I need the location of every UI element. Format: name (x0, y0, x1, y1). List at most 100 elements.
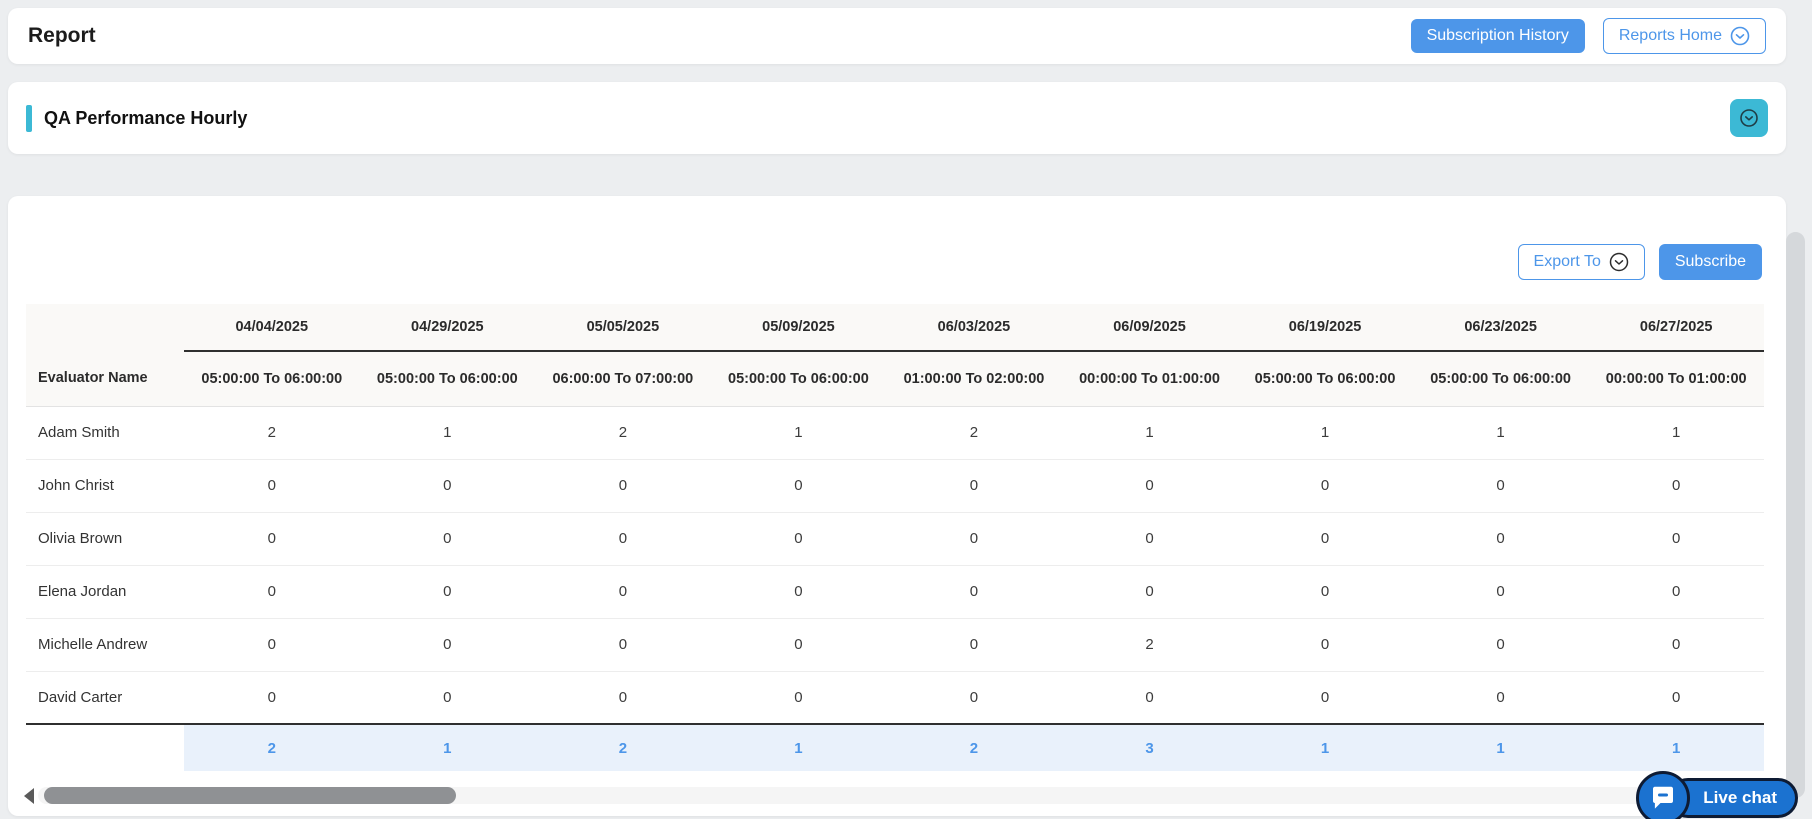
reports-home-button[interactable]: Reports Home (1603, 18, 1766, 54)
total-cell: 1 (360, 724, 536, 771)
live-chat-label: Live chat (1703, 788, 1777, 808)
subscribe-button[interactable]: Subscribe (1659, 244, 1762, 280)
value-cell: 0 (535, 671, 711, 724)
date-header-cell: 05/05/2025 (535, 304, 711, 351)
value-cell: 0 (1237, 459, 1413, 512)
value-cell: 0 (711, 671, 887, 724)
live-chat-widget[interactable]: Live chat (1636, 771, 1798, 819)
value-cell: 0 (1237, 565, 1413, 618)
total-cell: 2 (535, 724, 711, 771)
value-cell: 0 (886, 618, 1062, 671)
total-cell: 1 (1237, 724, 1413, 771)
collapse-panel-button[interactable] (1730, 99, 1768, 137)
subscription-history-button[interactable]: Subscription History (1411, 19, 1585, 53)
export-to-label: Export To (1534, 253, 1601, 271)
value-cell: 0 (886, 671, 1062, 724)
value-cell: 0 (1413, 565, 1589, 618)
evaluator-name-cell: John Christ (26, 459, 184, 512)
value-cell: 0 (360, 671, 536, 724)
time-header-cell: 06:00:00 To 07:00:00 (535, 351, 711, 406)
top-bar: Report Subscription History Reports Home (8, 8, 1786, 64)
subscription-history-label: Subscription History (1427, 27, 1569, 45)
value-cell: 0 (1062, 671, 1238, 724)
value-cell: 1 (1588, 406, 1764, 459)
subscribe-label: Subscribe (1675, 253, 1746, 271)
table-row: Elena Jordan000000000 (26, 565, 1764, 618)
horizontal-scrollbar-thumb[interactable] (44, 787, 456, 804)
value-cell: 0 (1413, 512, 1589, 565)
value-cell: 0 (886, 565, 1062, 618)
time-header-cell: 05:00:00 To 06:00:00 (1413, 351, 1589, 406)
value-cell: 0 (711, 459, 887, 512)
date-header-cell: 06/27/2025 (1588, 304, 1764, 351)
time-header-cell: 00:00:00 To 01:00:00 (1588, 351, 1764, 406)
evaluator-name-cell: David Carter (26, 671, 184, 724)
table-row: David Carter000000000 (26, 671, 1764, 724)
value-cell: 0 (886, 459, 1062, 512)
time-header-cell: 05:00:00 To 06:00:00 (711, 351, 887, 406)
evaluator-name-cell: Elena Jordan (26, 565, 184, 618)
value-cell: 0 (535, 618, 711, 671)
total-cell: 1 (1413, 724, 1589, 771)
value-cell: 0 (184, 671, 360, 724)
scroll-left-arrow-icon[interactable] (24, 788, 34, 804)
value-cell: 2 (535, 406, 711, 459)
date-header-cell: 06/23/2025 (1413, 304, 1589, 351)
value-cell: 0 (711, 512, 887, 565)
value-cell: 0 (184, 618, 360, 671)
value-cell: 0 (184, 512, 360, 565)
table-toolbar: Export To Subscribe (8, 196, 1786, 280)
time-header-row: Evaluator Name 05:00:00 To 06:00:00 05:00… (26, 351, 1764, 406)
value-cell: 0 (1413, 671, 1589, 724)
value-cell: 1 (711, 406, 887, 459)
total-cell: 3 (1062, 724, 1238, 771)
totals-row: 212123111 (26, 724, 1764, 771)
value-cell: 0 (184, 459, 360, 512)
value-cell: 1 (1062, 406, 1238, 459)
total-cell: 1 (1588, 724, 1764, 771)
date-header-cell: 06/19/2025 (1237, 304, 1413, 351)
total-cell: 2 (184, 724, 360, 771)
value-cell: 2 (886, 406, 1062, 459)
value-cell: 0 (1413, 459, 1589, 512)
qa-performance-table: 04/04/202504/29/202505/05/202505/09/2025… (26, 304, 1764, 771)
value-cell: 0 (535, 512, 711, 565)
value-cell: 0 (184, 565, 360, 618)
value-cell: 1 (360, 406, 536, 459)
chevron-down-circle-icon (1730, 26, 1750, 46)
report-title-bar: QA Performance Hourly (8, 82, 1786, 154)
evaluator-name-cell: Adam Smith (26, 406, 184, 459)
value-cell: 1 (1237, 406, 1413, 459)
time-header-cell: 00:00:00 To 01:00:00 (1062, 351, 1238, 406)
value-cell: 2 (184, 406, 360, 459)
value-cell: 0 (360, 618, 536, 671)
chevron-down-circle-icon (1739, 108, 1759, 128)
evaluator-name-header: Evaluator Name (26, 351, 184, 406)
value-cell: 0 (886, 512, 1062, 565)
value-cell: 1 (1413, 406, 1589, 459)
evaluator-name-cell: Michelle Andrew (26, 618, 184, 671)
date-header-cell: 05/09/2025 (711, 304, 887, 351)
value-cell: 0 (1588, 565, 1764, 618)
value-cell: 0 (1062, 512, 1238, 565)
date-header-cell: 04/29/2025 (360, 304, 536, 351)
value-cell: 0 (1413, 618, 1589, 671)
evaluator-name-cell: Olivia Brown (26, 512, 184, 565)
value-cell: 0 (711, 618, 887, 671)
table-row: Michelle Andrew000002000 (26, 618, 1764, 671)
table-row: Olivia Brown000000000 (26, 512, 1764, 565)
value-cell: 0 (535, 459, 711, 512)
vertical-scrollbar-thumb[interactable] (1786, 232, 1805, 798)
value-cell: 0 (360, 512, 536, 565)
date-header-cell: 06/09/2025 (1062, 304, 1238, 351)
horizontal-scrollbar (24, 787, 1768, 804)
export-to-button[interactable]: Export To (1518, 244, 1645, 280)
horizontal-scrollbar-track[interactable] (38, 787, 1768, 804)
total-cell: 2 (886, 724, 1062, 771)
report-panel: Export To Subscribe 04/04/202504/29/2025… (8, 196, 1786, 816)
chat-bubble-icon[interactable] (1636, 771, 1690, 819)
value-cell: 0 (711, 565, 887, 618)
reports-home-label: Reports Home (1619, 27, 1722, 45)
value-cell: 2 (1062, 618, 1238, 671)
value-cell: 0 (1062, 459, 1238, 512)
